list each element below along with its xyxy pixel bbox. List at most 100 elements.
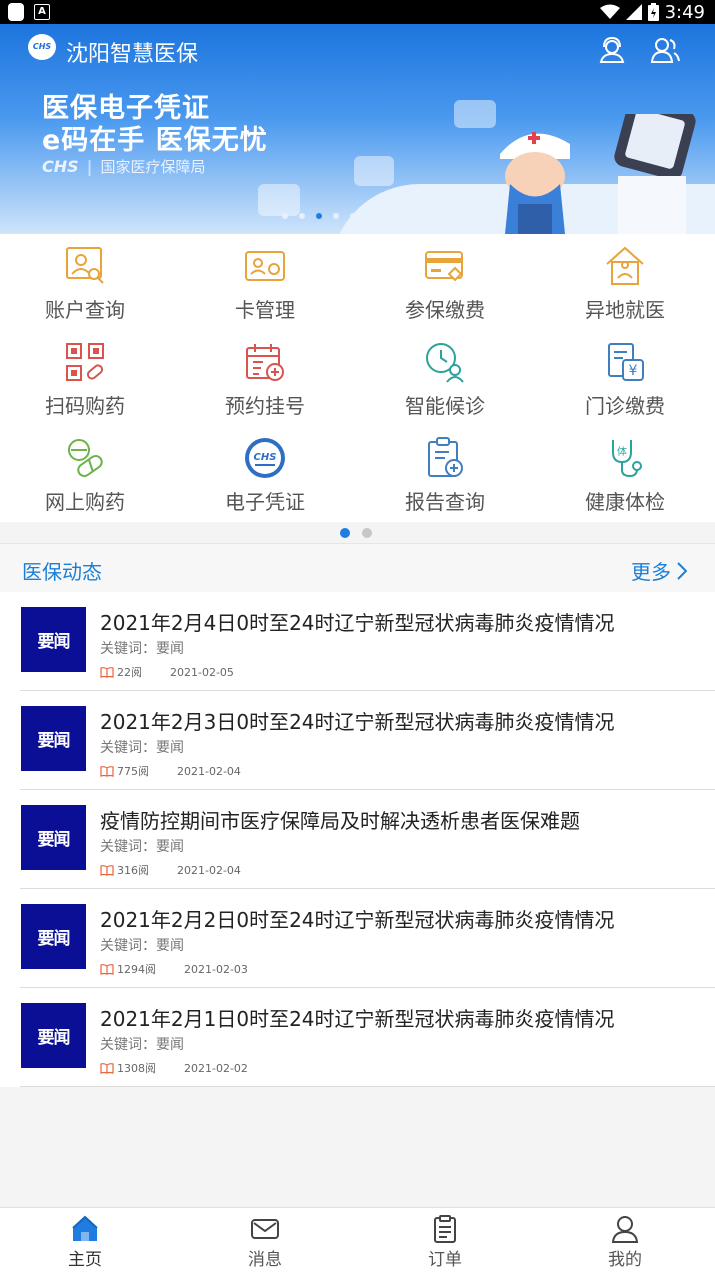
svg-text:体: 体 [617, 446, 627, 458]
grid-item-remote-medical[interactable]: 异地就医 [535, 234, 715, 330]
svg-text:¥: ¥ [629, 363, 638, 379]
read-count-icon [100, 864, 114, 876]
customer-service-icon[interactable] [597, 36, 627, 64]
news-keywords: 关键词：要闻 [100, 1037, 184, 1053]
news-section-header: 医保动态 更多 [0, 543, 715, 593]
news-date: 2021-02-04 [177, 764, 241, 778]
news-meta: 1308阅 2021-02-02 [100, 1060, 248, 1076]
grid-item-report-query[interactable]: 报告查询 [355, 426, 535, 522]
smart-waiting-icon [426, 343, 464, 383]
grid-item-account-query[interactable]: 账户查询 [0, 234, 175, 330]
status-bar: A 3:49 [0, 0, 715, 24]
battery-icon [647, 3, 659, 21]
news-item[interactable]: 要闻 2021年2月1日0时至24时辽宁新型冠状病毒肺炎疫情情况 关键词：要闻 … [20, 988, 715, 1087]
news-meta: 316阅 2021-02-04 [100, 862, 241, 878]
user-group-icon[interactable] [650, 36, 680, 64]
carousel-dot-active[interactable] [316, 213, 322, 219]
banner-brand-mark: CHS [42, 157, 79, 176]
carousel-dot[interactable] [299, 213, 305, 219]
grid-label: 智能候诊 [405, 394, 485, 418]
grid-item-smart-waiting[interactable]: 智能候诊 [355, 330, 535, 426]
news-meta: 1294阅 2021-02-03 [100, 961, 248, 977]
grid-label: 卡管理 [235, 298, 295, 322]
news-title: 2021年2月1日0时至24时辽宁新型冠状病毒肺炎疫情情况 [100, 1007, 615, 1031]
banner-decor-box [258, 184, 300, 216]
grid-label: 预约挂号 [225, 394, 305, 418]
tab-label: 我的 [608, 1250, 642, 1270]
grid-item-e-voucher[interactable]: CHS 电子凭证 [175, 426, 355, 522]
news-meta: 22阅 2021-02-05 [100, 664, 234, 680]
svg-text:CHS: CHS [254, 452, 277, 463]
news-item[interactable]: 要闻 2021年2月3日0时至24时辽宁新型冠状病毒肺炎疫情情况 关键词：要闻 … [20, 691, 715, 790]
news-item[interactable]: 要闻 2021年2月2日0时至24时辽宁新型冠状病毒肺炎疫情情况 关键词：要闻 … [20, 889, 715, 988]
carousel-dot[interactable] [350, 213, 356, 219]
tab-profile[interactable]: 我的 [536, 1208, 714, 1276]
grid-item-outpatient-payment[interactable]: ¥ 门诊缴费 [535, 330, 715, 426]
grid-item-appointment[interactable]: 预约挂号 [175, 330, 355, 426]
grid-label: 异地就医 [585, 298, 665, 322]
grid-pager[interactable] [0, 522, 715, 542]
tab-home[interactable]: 主页 [0, 1208, 174, 1276]
news-more-link[interactable]: 更多 [631, 556, 687, 585]
carousel-dot[interactable] [367, 213, 373, 219]
grid-label: 扫码购药 [45, 394, 125, 418]
notification-badge-icon: A [34, 4, 50, 20]
grid-item-card-manage[interactable]: 卡管理 [175, 234, 355, 330]
grid-item-scan-buy-medicine[interactable]: 扫码购药 [0, 330, 175, 426]
tab-label: 主页 [68, 1250, 102, 1270]
news-item[interactable]: 要闻 2021年2月4日0时至24时辽宁新型冠状病毒肺炎疫情情况 关键词：要闻 … [20, 592, 715, 691]
banner-brand: CHS | 国家医疗保障局 [42, 157, 206, 176]
news-section-title: 医保动态 [22, 560, 102, 584]
bottom-tab-bar: 主页 消息 订单 我的 [0, 1207, 715, 1276]
service-grid: 账户查询 卡管理 参保缴费 异地就医 扫码购药 预约挂号 智能候诊 ¥ 门诊缴费… [0, 234, 715, 524]
news-title: 2021年2月2日0时至24时辽宁新型冠状病毒肺炎疫情情况 [100, 908, 615, 932]
news-thumbnail: 要闻 [21, 1003, 86, 1068]
notification-app-icon [8, 3, 24, 21]
news-keywords: 关键词：要闻 [100, 938, 184, 954]
tab-orders[interactable]: 订单 [356, 1208, 534, 1276]
outpatient-payment-icon: ¥ [608, 343, 644, 381]
news-read-count: 316阅 [117, 864, 149, 877]
status-time: 3:49 [664, 1, 705, 23]
appointment-icon [246, 344, 284, 381]
grid-page-dot[interactable] [362, 528, 372, 538]
news-list: 要闻 2021年2月4日0时至24时辽宁新型冠状病毒肺炎疫情情况 关键词：要闻 … [0, 592, 715, 1087]
grid-label: 报告查询 [405, 490, 485, 514]
carousel-dot[interactable] [333, 213, 339, 219]
order-icon [434, 1215, 456, 1243]
online-medicine-icon [68, 439, 103, 478]
chevron-right-icon [677, 561, 687, 580]
news-keywords: 关键词：要闻 [100, 839, 184, 855]
carousel-dot[interactable] [401, 213, 407, 219]
banner-carousel-dots[interactable] [282, 213, 407, 219]
grid-label: 账户查询 [45, 298, 125, 322]
grid-item-online-medicine[interactable]: 网上购药 [0, 426, 175, 522]
news-title: 2021年2月4日0时至24时辽宁新型冠状病毒肺炎疫情情况 [100, 611, 615, 635]
news-thumbnail: 要闻 [21, 805, 86, 870]
read-count-icon [100, 765, 114, 777]
remote-medical-icon [606, 246, 644, 285]
health-checkup-icon: 体 [612, 440, 642, 478]
news-date: 2021-02-04 [177, 863, 241, 877]
nurse-illustration [500, 114, 696, 234]
insurance-payment-icon [425, 251, 463, 282]
grid-item-health-checkup[interactable]: 体 健康体检 [535, 426, 715, 522]
tab-messages[interactable]: 消息 [176, 1208, 354, 1276]
news-date: 2021-02-02 [184, 1061, 248, 1075]
profile-icon [611, 1216, 639, 1243]
banner-decor-kit [354, 156, 394, 186]
scan-buy-medicine-icon [66, 343, 104, 381]
carousel-dot[interactable] [384, 213, 390, 219]
tab-label: 订单 [428, 1250, 462, 1270]
news-read-count: 775阅 [117, 765, 149, 778]
news-thumbnail: 要闻 [21, 607, 86, 672]
grid-page-dot-active[interactable] [340, 528, 350, 538]
news-item[interactable]: 要闻 疫情防控期间市医疗保障局及时解决透析患者医保难题 关键词：要闻 316阅 … [20, 790, 715, 889]
hero-banner[interactable]: CHS 沈阳智慧医保 医保电子凭证 e码在手 医保无忧 CHS | 国家医疗保障… [0, 24, 715, 234]
carousel-dot[interactable] [282, 213, 288, 219]
grid-label: 网上购药 [45, 490, 125, 514]
grid-item-insurance-payment[interactable]: 参保缴费 [355, 234, 535, 330]
grid-label: 门诊缴费 [585, 394, 665, 418]
news-title: 2021年2月3日0时至24时辽宁新型冠状病毒肺炎疫情情况 [100, 710, 615, 734]
home-icon [72, 1215, 98, 1241]
